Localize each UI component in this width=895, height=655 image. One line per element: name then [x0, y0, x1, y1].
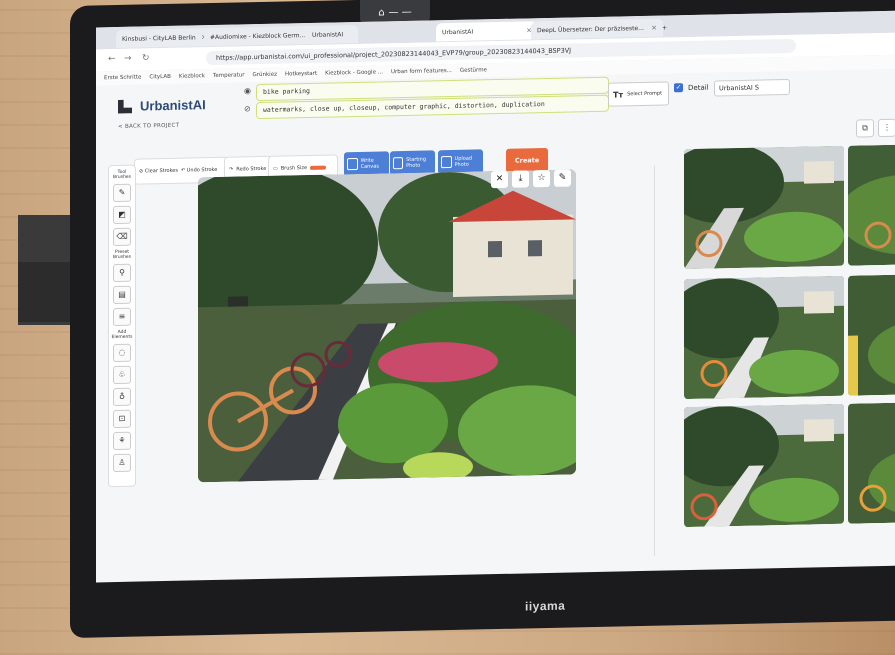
- bike-parking-scene: [198, 169, 576, 483]
- road-icon[interactable]: ≡: [113, 307, 131, 327]
- logo-mark-icon: [118, 99, 132, 113]
- tab-label: UrbanistAI: [312, 30, 344, 39]
- generated-image[interactable]: [198, 169, 576, 483]
- tab-label: UrbanistAI: [442, 28, 474, 36]
- person-icon[interactable]: ♙: [113, 453, 131, 473]
- brush-size-label: Brush Size: [280, 165, 308, 172]
- bookmark-item[interactable]: CityLAB: [149, 74, 171, 80]
- thumbnail[interactable]: [684, 145, 844, 270]
- tab-label: DeepL Übersetzer: Der präziseste...: [537, 24, 644, 34]
- bookmark-item[interactable]: Gestürme: [460, 67, 487, 74]
- camera-dots-icon: — —: [388, 6, 412, 18]
- add-elements-label: Add Elements: [111, 329, 133, 341]
- photo-icon: [393, 157, 404, 170]
- left-toolbar: Tool Brushes ✎ ◩ ⌫ Preset Brushes ⚲ ▤ ≡ …: [108, 164, 136, 488]
- app-title: UrbanistAI: [140, 97, 206, 114]
- bench-icon[interactable]: ▤: [113, 285, 131, 305]
- bookmark-item[interactable]: Temperatur: [213, 72, 245, 79]
- more-icon[interactable]: ⋮: [878, 118, 895, 138]
- tab-3[interactable]: UrbanistAI: [306, 24, 358, 45]
- bookmark-item[interactable]: Grünkiez: [252, 72, 276, 79]
- eye-off-icon[interactable]: ⊘: [244, 104, 251, 113]
- thumbnail-image: [848, 272, 895, 396]
- upload-icon: [441, 156, 452, 169]
- thumbnail-image: [684, 275, 844, 400]
- bike-icon[interactable]: ⚲: [113, 263, 131, 283]
- tool-brushes-label: Tool Brushes: [112, 169, 132, 181]
- lamp-icon[interactable]: ♁: [113, 387, 131, 407]
- fill-icon[interactable]: ◩: [113, 205, 131, 225]
- monitor-brand-logo: iiyama: [525, 598, 566, 614]
- detail-label: Detail: [688, 83, 709, 92]
- canvas-icon: [347, 157, 358, 171]
- clear-strokes-button[interactable]: ⊘ Clear Strokes: [139, 168, 178, 175]
- camera-icon: ⌂: [378, 6, 385, 19]
- bookmark-item[interactable]: Kiezblock: [179, 73, 205, 80]
- forward-arrow-icon[interactable]: →: [124, 54, 132, 64]
- edit-icon[interactable]: ✎: [554, 169, 571, 187]
- bookmark-item[interactable]: Erste Schritte: [104, 75, 141, 82]
- detail-toggle[interactable]: ✓ Detail: [674, 83, 709, 93]
- thumbnail-image: [684, 145, 844, 270]
- reload-icon[interactable]: ↻: [142, 53, 150, 63]
- star-icon[interactable]: ☆: [533, 169, 550, 188]
- image-actions: ✕ ⤓ ☆ ✎: [491, 169, 571, 189]
- text-icon: Tт: [613, 89, 624, 100]
- sign-icon[interactable]: ⊡: [113, 409, 131, 429]
- thumbnail-image: [848, 400, 895, 524]
- tab-1[interactable]: Kinsbusi - CityLAB Berlin×: [116, 28, 213, 49]
- tab-5[interactable]: DeepL Übersetzer: Der präziseste... ×: [531, 18, 663, 40]
- model-select[interactable]: UrbanistAI S: [714, 78, 790, 97]
- thumbnail[interactable]: [848, 272, 895, 396]
- tree-icon[interactable]: ♧: [113, 365, 131, 385]
- brush-size-slider[interactable]: [310, 165, 327, 170]
- brush-icon: ▭: [273, 165, 278, 172]
- close-icon[interactable]: ✕: [491, 170, 508, 189]
- select-prompt-button[interactable]: Tт Select Prompt: [608, 81, 669, 107]
- select-prompt-label: Select Prompt: [627, 90, 663, 98]
- screen: Kinsbusi - CityLAB Berlin× #Audiomixe - …: [96, 9, 895, 583]
- pencil-icon[interactable]: ✎: [113, 183, 131, 203]
- monitor: ⌂ — — Kinsbusi - CityLAB Berlin× #Audiom…: [70, 0, 895, 638]
- download-icon[interactable]: ⤓: [512, 170, 529, 188]
- bookmark-item[interactable]: Urban form features...: [391, 68, 452, 75]
- thumbnail[interactable]: [684, 403, 844, 528]
- panel-divider: [654, 165, 655, 556]
- wall-fixture-dark: [18, 262, 78, 322]
- tab-2[interactable]: #Audiomixe - Kiezblock Germ...×: [204, 25, 316, 47]
- thumbnail[interactable]: [684, 275, 844, 400]
- tab-4-active[interactable]: UrbanistAI ×: [436, 21, 538, 42]
- tab-label: #Audiomixe - Kiezblock Germ...: [210, 31, 306, 41]
- plant-icon[interactable]: ⚘: [113, 431, 131, 451]
- thumbnail[interactable]: [848, 142, 895, 266]
- preset-brushes-label: Preset Brushes: [112, 249, 132, 261]
- app-logo[interactable]: UrbanistAI: [118, 97, 206, 114]
- export-icon[interactable]: ⧉: [856, 119, 874, 138]
- eraser-icon[interactable]: ⌫: [113, 227, 131, 247]
- tab-label: Kinsbusi - CityLAB Berlin: [122, 33, 196, 43]
- thumbnail-image: [684, 403, 844, 528]
- back-to-project-link[interactable]: < BACK TO PROJECT: [118, 123, 179, 130]
- checkbox-icon[interactable]: ✓: [674, 83, 683, 93]
- bookmark-item[interactable]: Kiezblock - Google ...: [325, 69, 383, 76]
- thumbnail[interactable]: [848, 400, 895, 524]
- bookmark-item[interactable]: Hotkeystart: [285, 71, 317, 78]
- undo-stroke-button[interactable]: ↶ Undo Stroke: [181, 167, 217, 174]
- thumbnail-image: [848, 142, 895, 266]
- palette-icon[interactable]: ◌: [113, 343, 131, 363]
- back-arrow-icon[interactable]: ←: [108, 54, 116, 64]
- new-tab-button[interactable]: +: [656, 18, 682, 37]
- eye-icon[interactable]: ◉: [244, 86, 251, 95]
